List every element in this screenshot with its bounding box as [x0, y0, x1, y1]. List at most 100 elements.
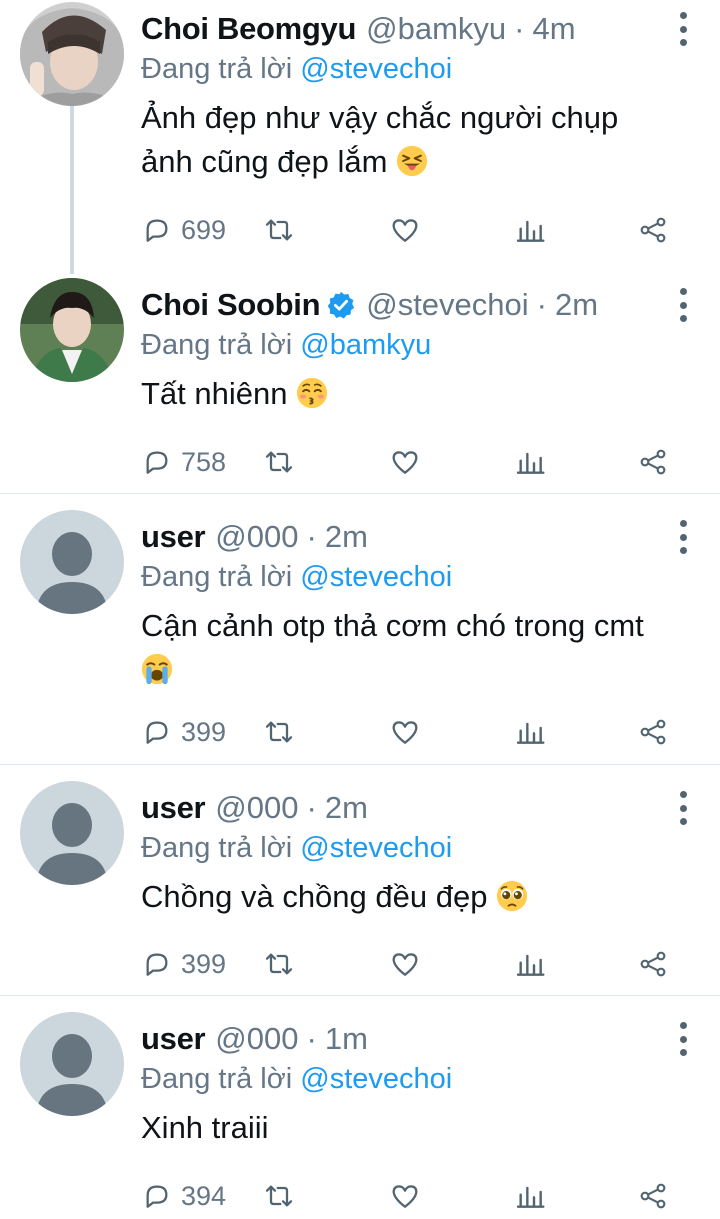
tweet-header: user @000 · 1m	[141, 1018, 700, 1060]
author-name[interactable]: user	[141, 790, 206, 826]
tweet-time[interactable]: 2m	[325, 519, 368, 555]
reply-bubble-icon	[146, 721, 168, 744]
tweet-header: Choi Soobin @stevechoi · 2m	[141, 284, 700, 326]
author-handle[interactable]: @bamkyu	[366, 11, 506, 47]
retweet-button[interactable]	[263, 712, 295, 752]
retweet-button[interactable]	[263, 1176, 295, 1216]
analytics-button[interactable]	[514, 210, 546, 250]
analytics-button[interactable]	[514, 712, 546, 752]
replying-to-line: Đang trả lời @stevechoi	[141, 1060, 700, 1098]
reply-button[interactable]: 758	[141, 442, 226, 482]
tweet-header: user @000 · 2m	[141, 787, 700, 829]
analytics-bars-icon	[516, 452, 545, 474]
analytics-bars-icon	[516, 722, 545, 744]
more-vertical-icon[interactable]	[678, 791, 688, 825]
replying-to-prefix: Đang trả lời	[141, 329, 293, 361]
reply-tweet[interactable]: Choi Soobin @stevechoi · 2m Đang trả lời…	[0, 262, 720, 492]
pleading-face-emoji-icon	[496, 880, 528, 912]
replying-to-mention[interactable]: @stevechoi	[300, 832, 452, 864]
replying-to-mention[interactable]: @bamkyu	[300, 329, 431, 361]
retweet-button[interactable]	[263, 944, 295, 984]
author-handle[interactable]: @000	[215, 1021, 298, 1057]
share-button[interactable]	[637, 1176, 669, 1216]
share-icon	[640, 1183, 666, 1209]
share-button[interactable]	[637, 944, 669, 984]
replying-to-prefix: Đang trả lời	[141, 1063, 293, 1095]
tweet-text-line: Chồng và chồng đều đẹp	[141, 879, 488, 914]
replying-to-mention[interactable]: @stevechoi	[300, 53, 452, 85]
replying-to-mention[interactable]: @stevechoi	[300, 1063, 452, 1095]
share-button[interactable]	[637, 712, 669, 752]
more-vertical-icon[interactable]	[678, 12, 688, 46]
analytics-bars-icon	[516, 220, 545, 242]
default-profile-icon	[20, 1012, 124, 1116]
reply-bubble-icon	[146, 219, 168, 242]
author-name[interactable]: Choi Beomgyu	[141, 11, 356, 47]
reply-button[interactable]: 699	[141, 210, 226, 250]
retweet-icon	[265, 953, 293, 975]
replying-to-prefix: Đang trả lời	[141, 561, 293, 593]
reply-tweet[interactable]: user @000 · 2m Đang trả lời @stevechoi C…	[0, 765, 720, 995]
more-vertical-icon[interactable]	[678, 520, 688, 554]
avatar-photo	[20, 278, 124, 382]
more-vertical-icon[interactable]	[678, 1022, 688, 1056]
author-name[interactable]: user	[141, 1021, 206, 1057]
heart-icon	[392, 721, 418, 744]
loudly-crying-face-emoji-icon	[141, 653, 173, 685]
analytics-button[interactable]	[514, 442, 546, 482]
analytics-button[interactable]	[514, 1176, 546, 1216]
tweet-time[interactable]: 1m	[325, 1021, 368, 1057]
replying-to-mention[interactable]: @stevechoi	[300, 561, 452, 593]
like-button[interactable]	[389, 210, 421, 250]
reply-tweet[interactable]: Choi Beomgyu @bamkyu · 4m Đang trả lời @…	[0, 0, 720, 262]
share-button[interactable]	[637, 210, 669, 250]
author-handle[interactable]: @000	[215, 519, 298, 555]
reply-tweet[interactable]: user @000 · 2m Đang trả lời @stevechoi C…	[0, 494, 720, 764]
reply-button[interactable]: 399	[141, 944, 226, 984]
avatar[interactable]	[20, 781, 124, 885]
default-profile-icon	[20, 781, 124, 885]
tweet-actions: 399	[141, 944, 681, 984]
like-button[interactable]	[389, 944, 421, 984]
separator-dot: ·	[514, 11, 525, 46]
retweet-icon	[265, 721, 293, 743]
author-name[interactable]: Choi Soobin	[141, 287, 321, 323]
avatar[interactable]	[20, 2, 124, 106]
like-button[interactable]	[389, 712, 421, 752]
author-name[interactable]: user	[141, 519, 206, 555]
avatar[interactable]	[20, 278, 124, 382]
retweet-button[interactable]	[263, 442, 295, 482]
verified-badge-icon	[327, 291, 355, 319]
replying-to-prefix: Đang trả lời	[141, 832, 293, 864]
tweet-time[interactable]: 2m	[325, 790, 368, 826]
replying-to-line: Đang trả lời @stevechoi	[141, 829, 700, 867]
author-handle[interactable]: @stevechoi	[366, 287, 528, 323]
author-handle[interactable]: @000	[215, 790, 298, 826]
more-vertical-icon[interactable]	[678, 288, 688, 322]
tweet-header: user @000 · 2m	[141, 516, 700, 558]
tweet-text-line: Xinh traiii	[141, 1110, 269, 1145]
tweet-text: Ảnh đẹp như vậy chắc người chụp ảnh cũng…	[141, 96, 700, 184]
reply-button[interactable]: 394	[141, 1176, 226, 1216]
tweet-actions: 699	[141, 210, 681, 250]
heart-icon	[392, 219, 418, 242]
reply-tweet[interactable]: user @000 · 1m Đang trả lời @stevechoi X…	[0, 996, 720, 1219]
analytics-button[interactable]	[514, 944, 546, 984]
tweet-time[interactable]: 2m	[555, 287, 598, 323]
separator-dot: ·	[536, 287, 547, 322]
separator-dot: ·	[306, 1021, 317, 1056]
avatar[interactable]	[20, 1012, 124, 1116]
retweet-button[interactable]	[263, 210, 295, 250]
like-button[interactable]	[389, 442, 421, 482]
reply-button[interactable]: 399	[141, 712, 226, 752]
tweet-text: Tất nhiênn	[141, 372, 700, 416]
avatar[interactable]	[20, 510, 124, 614]
tweet-text: Xinh traiii	[141, 1106, 700, 1150]
share-button[interactable]	[637, 442, 669, 482]
tweet-text-line: Ảnh đẹp như vậy chắc người chụp	[141, 100, 619, 135]
reply-count: 399	[181, 716, 227, 747]
tweet-actions: 399	[141, 712, 681, 752]
like-button[interactable]	[389, 1176, 421, 1216]
kissing-face-with-smiling-eyes-emoji-icon	[297, 377, 328, 409]
tweet-time[interactable]: 4m	[532, 11, 575, 47]
